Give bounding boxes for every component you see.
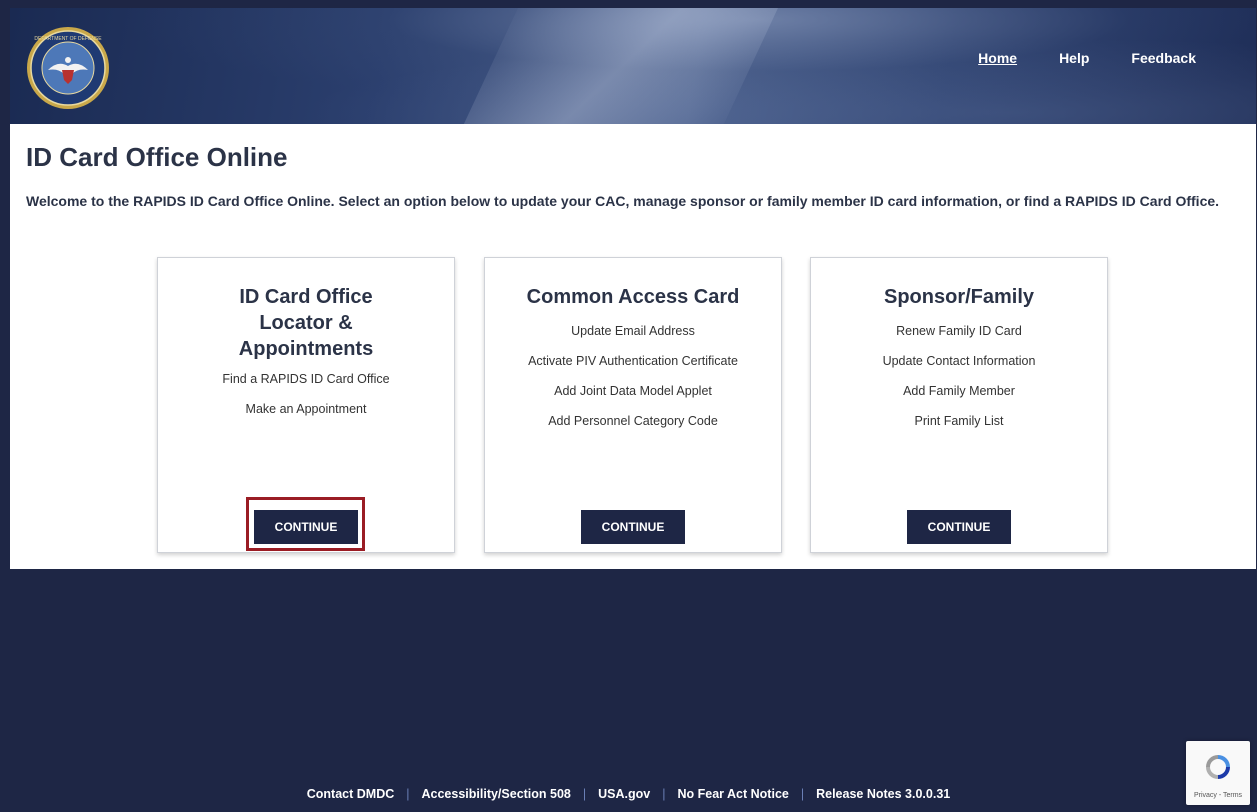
footer-no-fear-act-link[interactable]: No Fear Act Notice — [677, 787, 788, 801]
recaptcha-badge[interactable]: Privacy - Terms — [1186, 741, 1250, 805]
card-title: Common Access Card — [526, 286, 740, 308]
update-email-link[interactable]: Update Email Address — [485, 324, 781, 338]
card-title: ID Card Office Locator & Appointments — [238, 286, 374, 360]
print-family-list-link[interactable]: Print Family List — [811, 414, 1107, 428]
continue-button-sponsor[interactable]: CONTINUE — [907, 510, 1011, 544]
top-nav: Home Help Feedback — [978, 50, 1196, 66]
recaptcha-privacy-terms[interactable]: Privacy - Terms — [1186, 792, 1250, 799]
card-links: Renew Family ID Card Update Contact Info… — [811, 324, 1107, 428]
footer-separator: | — [582, 787, 587, 801]
renew-family-id-link[interactable]: Renew Family ID Card — [811, 324, 1107, 338]
nav-home-link[interactable]: Home — [978, 50, 1017, 66]
dod-seal-icon: DEPARTMENT OF DEFENSE — [27, 27, 109, 109]
main-panel: ID Card Office Online Welcome to the RAP… — [10, 124, 1256, 569]
header-banner: DEPARTMENT OF DEFENSE Home Help Feedback — [10, 8, 1256, 124]
footer-accessibility-link[interactable]: Accessibility/Section 508 — [422, 787, 571, 801]
seal-lettering: DEPARTMENT OF DEFENSE — [34, 36, 102, 42]
card-links: Update Email Address Activate PIV Authen… — [485, 324, 781, 428]
page-title: ID Card Office Online — [26, 142, 288, 172]
banner-light-streak — [452, 8, 788, 124]
add-family-member-link[interactable]: Add Family Member — [811, 384, 1107, 398]
footer-release-notes-link[interactable]: Release Notes 3.0.0.31 — [816, 787, 950, 801]
card-common-access-card: Common Access Card Update Email Address … — [484, 257, 782, 553]
continue-button-cac[interactable]: CONTINUE — [581, 510, 685, 544]
footer-links: Contact DMDC | Accessibility/Section 508… — [0, 787, 1257, 801]
card-links: Find a RAPIDS ID Card Office Make an App… — [158, 372, 454, 416]
footer-separator: | — [406, 787, 410, 801]
welcome-text: Welcome to the RAPIDS ID Card Office Onl… — [26, 193, 1220, 209]
footer-separator: | — [662, 787, 666, 801]
make-appointment-link[interactable]: Make an Appointment — [158, 402, 454, 416]
footer-separator: | — [800, 787, 805, 801]
find-office-link[interactable]: Find a RAPIDS ID Card Office — [158, 372, 454, 386]
card-title: Sponsor/Family — [883, 286, 1035, 308]
footer-contact-dmdc-link[interactable]: Contact DMDC — [307, 787, 395, 801]
add-jdm-applet-link[interactable]: Add Joint Data Model Applet — [485, 384, 781, 398]
recaptcha-icon — [1206, 755, 1230, 779]
nav-help-link[interactable]: Help — [1059, 50, 1089, 66]
update-contact-info-link[interactable]: Update Contact Information — [811, 354, 1107, 368]
card-sponsor-family: Sponsor/Family Renew Family ID Card Upda… — [810, 257, 1108, 553]
footer-usagov-link[interactable]: USA.gov — [598, 787, 650, 801]
continue-highlight-box — [246, 497, 365, 551]
nav-feedback-link[interactable]: Feedback — [1131, 50, 1196, 66]
activate-piv-link[interactable]: Activate PIV Authentication Certificate — [485, 354, 781, 368]
add-personnel-category-link[interactable]: Add Personnel Category Code — [485, 414, 781, 428]
